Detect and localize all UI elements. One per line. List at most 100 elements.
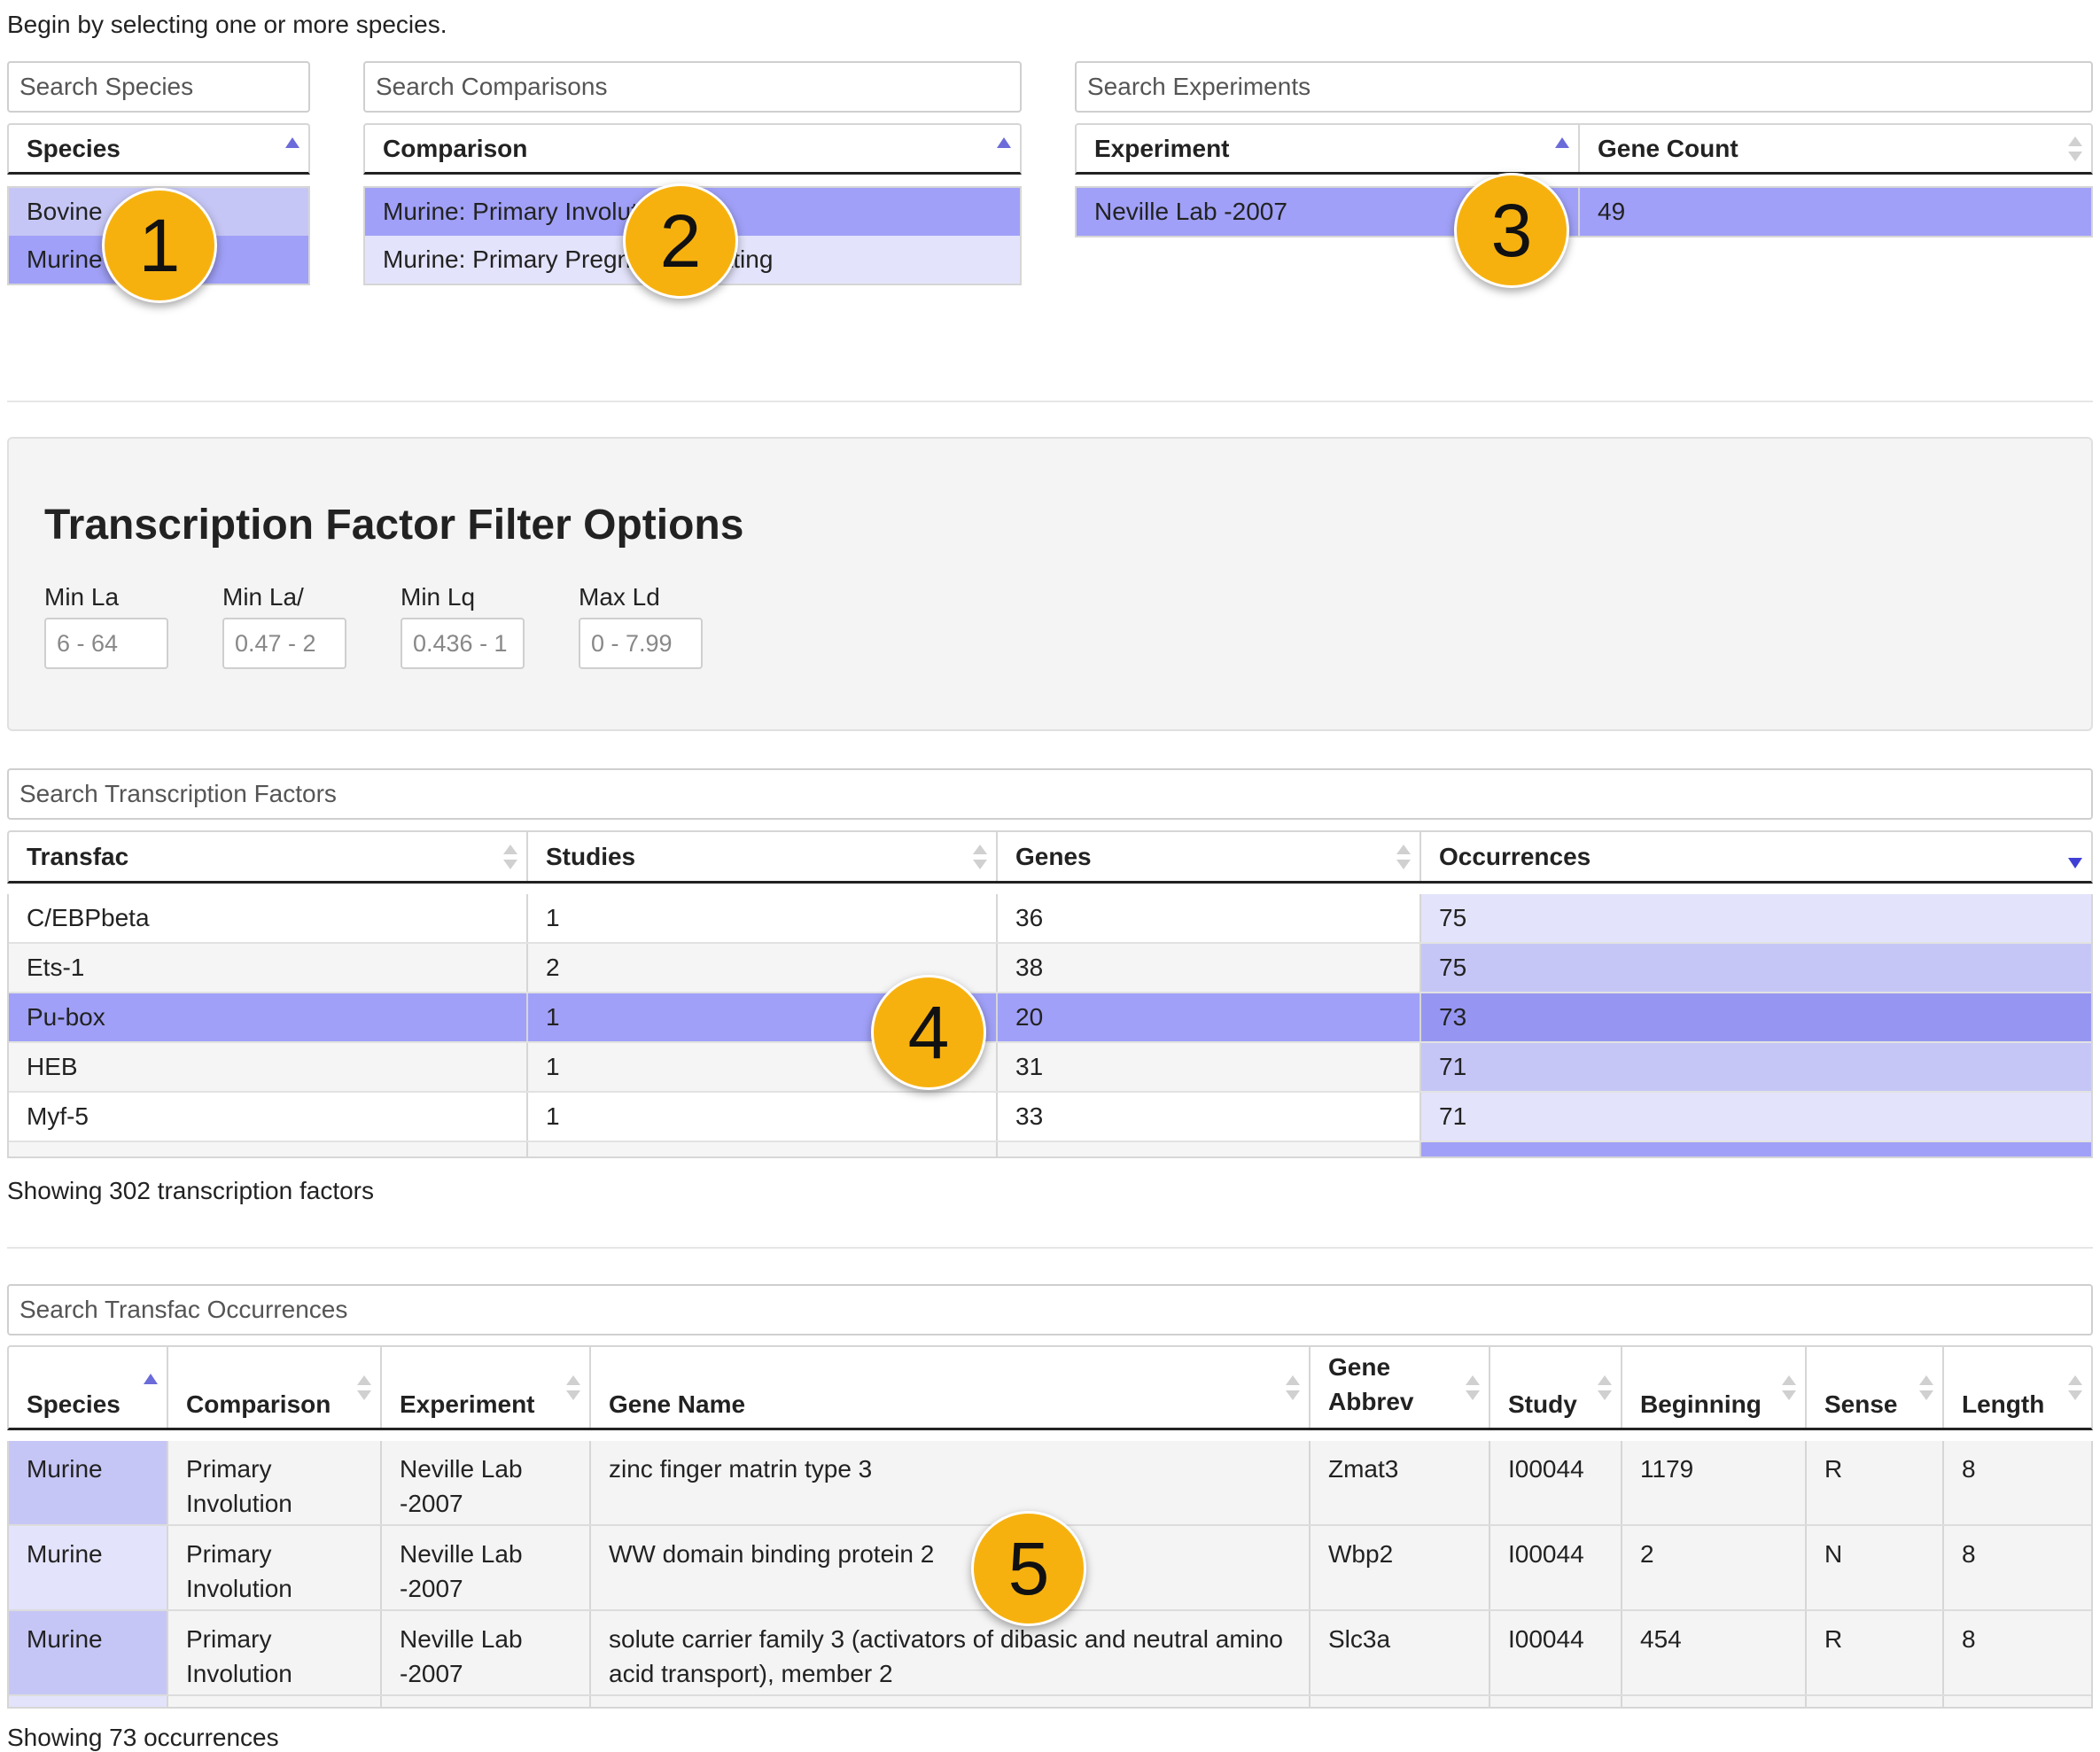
transfac-cell: C/EBPbeta [9,894,526,942]
table-row[interactable] [9,1696,2091,1707]
sort-icon [1598,1374,1612,1400]
gene-name-cell: WW domain binding protein 2 [589,1526,1309,1609]
transfac-cell: HEB [9,1043,526,1091]
sort-ascending-icon [285,137,299,148]
length-header-label: Length [1962,1390,2045,1418]
species-header[interactable]: Species [7,123,310,175]
comparison-header[interactable]: Comparison [363,123,1022,175]
divider [7,401,2093,402]
gene-count-header-label: Gene Count [1598,134,1738,162]
experiment-header: Experiment Gene Count [1075,123,2093,175]
beginning-cell: 454 [1621,1611,1805,1694]
min-lq-label: Min Lq [401,583,476,611]
occurrences-header-label: Occurrences [1439,842,1591,870]
sort-ascending-icon [1555,137,1569,148]
table-row-selected[interactable]: Pu-box 1 20 73 [9,993,2091,1043]
divider [7,1247,2093,1249]
sort-icon [2068,136,2082,161]
occurrences-cell: 71 [1419,1043,2091,1091]
species-header-label: Species [27,134,121,162]
sort-descending-icon [2068,858,2082,868]
species-cell: Murine [9,1526,167,1609]
occurrences-cell: 75 [1419,944,2091,992]
transfac-cell: Ets-1 [9,944,526,992]
beginning-cell [1621,1696,1805,1707]
gene-count-column-header[interactable]: Gene Count [1578,125,2091,172]
callout-badge-4: 4 [871,975,986,1090]
comparison-column-header[interactable]: Comparison [365,125,1020,172]
comparison-cell [167,1696,380,1707]
table-row[interactable]: Ets-1 2 38 75 [9,944,2091,993]
tf-table-body: C/EBPbeta 1 36 75 Ets-1 2 38 75 Pu-box 1… [7,894,2093,1158]
gene-count: 49 [1578,188,2091,236]
study-cell: I00044 [1489,1526,1621,1609]
genes-cell: 31 [996,1043,1419,1091]
gene-abbrev-cell: Wbp2 [1309,1526,1489,1609]
beginning-cell: 1179 [1621,1441,1805,1524]
experiment-header-label: Experiment [1094,134,1230,162]
species-column-header[interactable]: Species [9,1347,167,1428]
sort-icon [566,1374,580,1400]
search-species-input[interactable] [7,61,310,113]
sort-icon [2068,1374,2082,1400]
occurrences-cell: 75 [1419,894,2091,942]
table-row[interactable]: Myf-5 1 33 71 [9,1093,2091,1142]
experiment-column-header[interactable]: Experiment [380,1347,589,1428]
table-row[interactable]: HEB 1 31 71 [9,1043,2091,1093]
search-transcription-factors-input[interactable] [7,768,2093,820]
length-cell: 8 [1942,1526,2091,1609]
sort-ascending-icon [144,1374,158,1384]
comparison-header-label: Comparison [186,1390,331,1418]
beginning-column-header[interactable]: Beginning [1621,1347,1805,1428]
length-column-header[interactable]: Length [1942,1347,2091,1428]
min-la-ratio-input[interactable] [222,618,346,669]
search-comparisons-input[interactable] [363,61,1022,113]
transfac-header-label: Transfac [27,842,129,870]
genes-cell: 38 [996,944,1419,992]
comparison-cell: Primary Involution [167,1441,380,1524]
min-lq-input[interactable] [401,618,525,669]
tf-table-header: Transfac Studies Genes Occurrences [7,830,2093,884]
transfac-column-header[interactable]: Transfac [9,832,526,881]
search-transfac-occurrences-input[interactable] [7,1284,2093,1335]
gene-abbrev-header-label: Gene Abbrev [1328,1353,1414,1415]
sort-icon [1782,1374,1796,1400]
gene-name-column-header[interactable]: Gene Name [589,1347,1309,1428]
experiment-row-neville-lab[interactable]: Neville Lab -2007 49 [1077,188,2091,236]
studies-column-header[interactable]: Studies [526,832,996,881]
beginning-cell: 2 [1621,1526,1805,1609]
comparison-column-header[interactable]: Comparison [167,1347,380,1428]
occurrences-column-header[interactable]: Occurrences [1419,832,2091,881]
experiment-column-header[interactable]: Experiment [1077,125,1578,172]
table-row[interactable]: Murine Primary Involution Neville Lab -2… [9,1441,2091,1526]
study-column-header[interactable]: Study [1489,1347,1621,1428]
studies-cell: 1 [526,894,996,942]
sense-column-header[interactable]: Sense [1805,1347,1942,1428]
max-ld-input[interactable] [579,618,703,669]
min-la-input[interactable] [44,618,168,669]
comparison-cell: Primary Involution [167,1611,380,1694]
search-experiments-input[interactable] [1075,61,2093,113]
experiment-cell: Neville Lab -2007 [380,1611,589,1694]
gene-abbrev-column-header[interactable]: Gene Abbrev [1309,1347,1489,1428]
min-la-ratio-label: Min La/ [222,583,304,611]
transfac-cell: Myf-5 [9,1093,526,1141]
sort-icon [357,1374,371,1400]
species-column-header[interactable]: Species [9,125,308,172]
transfac-cell: E2F-1 [9,1142,526,1156]
callout-badge-1: 1 [102,188,217,303]
table-row[interactable]: E2F-1 3 32 70 [9,1142,2091,1156]
transfac-cell: Pu-box [9,993,526,1041]
experiment-cell: Neville Lab -2007 [380,1526,589,1609]
sense-header-label: Sense [1824,1390,1898,1418]
table-row[interactable]: C/EBPbeta 1 36 75 [9,894,2091,944]
occurrences-table-header: Species Comparison Experiment Gene Name … [7,1345,2093,1430]
sort-icon [973,844,987,869]
sort-icon [1286,1374,1300,1400]
gene-abbrev-cell: Zmat3 [1309,1441,1489,1524]
species-cell: Murine [9,1441,167,1524]
experiment-header-label: Experiment [400,1390,535,1418]
sort-icon [503,844,517,869]
table-row[interactable]: Murine Primary Involution Neville Lab -2… [9,1611,2091,1696]
genes-column-header[interactable]: Genes [996,832,1419,881]
